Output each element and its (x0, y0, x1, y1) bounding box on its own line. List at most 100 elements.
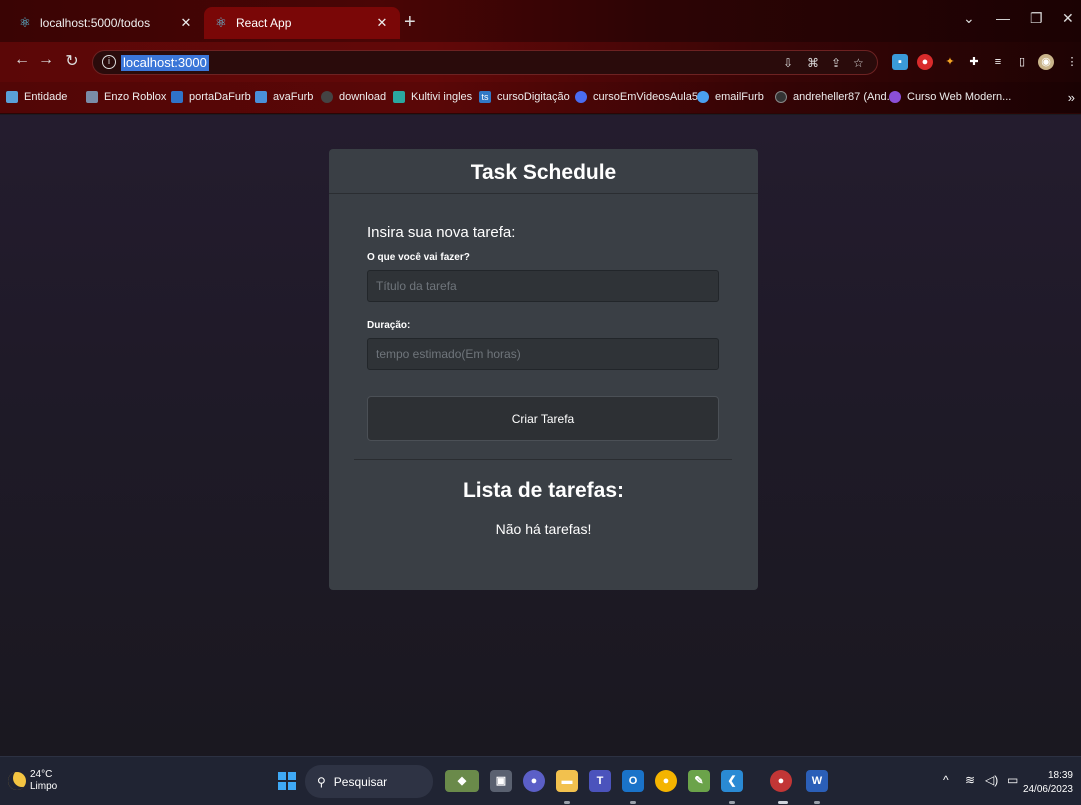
battery-icon[interactable]: ▭ (1007, 773, 1018, 787)
tab-localhost-5000[interactable]: ⚛ localhost:5000/todos ✕ (8, 7, 204, 39)
clock[interactable]: 18:39 24/06/2023 (1023, 769, 1073, 797)
bookmark-porta-da-furb[interactable]: portaDaFurb (171, 91, 251, 103)
weather-widget[interactable]: 24°C Limpo (30, 769, 57, 793)
moon-icon (8, 772, 26, 790)
back-icon[interactable]: ← (12, 51, 32, 69)
profile-avatar[interactable]: ◉ (1038, 54, 1054, 70)
chrome-profile-icon[interactable]: ● (770, 770, 792, 792)
tab-title: localhost:5000/todos (40, 16, 151, 30)
extension-icon[interactable]: ▪ (892, 54, 908, 70)
bookmark-enzo-roblox[interactable]: Enzo Roblox (86, 91, 166, 103)
browser-toolbar: ← → ↻ i localhost:3000 ⇩ ⌘ ⇪ ☆ ▪ ● ✦ ✚ ≡… (0, 42, 1081, 82)
task-label: O que você vai fazer? (367, 252, 470, 263)
bookmark-email-furb[interactable]: emailFurb (697, 91, 764, 103)
bookmark-curso-digitacao[interactable]: ts cursoDigitação (479, 91, 570, 103)
clock-date: 24/06/2023 (1022, 784, 1073, 795)
vscode-icon[interactable]: ❮ (721, 770, 743, 792)
download-icon (321, 91, 333, 103)
active-indicator (778, 801, 788, 804)
menu-icon[interactable]: ⋮ (1064, 54, 1080, 70)
tab-title: React App (236, 16, 292, 30)
address-bar[interactable]: i localhost:3000 ⇩ ⌘ ⇪ ☆ (92, 50, 878, 75)
running-indicator (729, 801, 735, 804)
tab-search-icon[interactable]: ⌄ (963, 10, 975, 27)
running-indicator (630, 801, 636, 804)
bookmark-curso-web[interactable]: Curso Web Modern... (889, 91, 1011, 103)
forward-icon[interactable]: → (36, 51, 56, 69)
bookmark-download[interactable]: download (321, 91, 386, 103)
restore-icon[interactable]: ❐ (1030, 10, 1043, 27)
url-text[interactable]: localhost:3000 (121, 55, 209, 71)
form-heading: Insira sua nova tarefa: (367, 224, 516, 241)
video-icon (575, 91, 587, 103)
create-task-button[interactable]: Criar Tarefa (367, 396, 719, 441)
bookmark-entidade[interactable]: Entidade (6, 91, 67, 103)
course-icon (889, 91, 901, 103)
search-label: Pesquisar (333, 774, 388, 789)
task-view-icon[interactable]: ▣ (490, 770, 512, 792)
file-explorer-icon[interactable]: ▬ (556, 770, 578, 792)
side-panel-icon[interactable]: ▯ (1014, 54, 1030, 70)
extensions-puzzle-icon[interactable]: ✚ (966, 54, 982, 70)
react-icon: ⚛ (19, 15, 31, 30)
translate-icon[interactable]: ⌘ (807, 56, 819, 70)
word-icon[interactable]: W (806, 770, 828, 792)
task-title-input[interactable] (367, 270, 719, 302)
minimize-icon[interactable]: — (996, 10, 1010, 26)
task-card: Task Schedule Insira sua nova tarefa: O … (329, 149, 758, 590)
furb-icon (171, 91, 183, 103)
bookmarks-more-icon[interactable]: » (1068, 90, 1075, 105)
share-icon[interactable]: ⇪ (831, 56, 841, 70)
search-icon: ⚲ (317, 774, 326, 789)
bookmark-kultivi[interactable]: Kultivi ingles (393, 91, 472, 103)
close-icon[interactable]: ✕ (374, 15, 390, 31)
github-icon (775, 91, 787, 103)
weather-temp: 24°C (30, 769, 53, 780)
chevron-up-icon[interactable]: ^ (943, 773, 949, 787)
divider (354, 459, 732, 460)
window-close-icon[interactable]: ✕ (1062, 10, 1074, 27)
kultivi-icon (393, 91, 405, 103)
duration-label: Duração: (367, 320, 411, 331)
ts-icon: ts (479, 91, 491, 103)
close-icon[interactable]: ✕ (178, 15, 194, 31)
ava-icon (255, 91, 267, 103)
widgets-icon[interactable]: ◆ (445, 770, 479, 792)
reading-list-icon[interactable]: ≡ (990, 54, 1006, 70)
page-viewport: Task Schedule Insira sua nova tarefa: O … (0, 115, 1081, 756)
empty-list-message: Não há tarefas! (495, 521, 592, 537)
volume-icon[interactable]: ◁) (985, 773, 998, 787)
windows-start-icon[interactable] (278, 772, 296, 790)
color-picker-icon[interactable]: ✦ (942, 54, 958, 70)
new-tab-icon[interactable]: + (404, 12, 416, 32)
clock-time: 18:39 (1047, 770, 1073, 781)
chrome-icon[interactable]: ● (655, 770, 677, 792)
tab-react-app[interactable]: ⚛ React App ✕ (204, 7, 400, 39)
running-indicator (564, 801, 570, 804)
bookmark-github[interactable]: andreheller87 (And... (775, 91, 896, 103)
notepad-icon[interactable]: ✎ (688, 770, 710, 792)
task-list-title: Lista de tarefas: (462, 479, 625, 502)
bookmark-star-icon[interactable]: ☆ (853, 56, 864, 70)
entity-icon (6, 91, 18, 103)
install-icon[interactable]: ⇩ (783, 56, 793, 70)
chat-icon[interactable]: ● (523, 770, 545, 792)
outlook-icon[interactable]: O (622, 770, 644, 792)
weather-desc: Limpo (30, 781, 58, 792)
reload-icon[interactable]: ↻ (62, 51, 82, 71)
bookmark-ava-furb[interactable]: avaFurb (255, 91, 313, 103)
info-icon[interactable]: i (102, 55, 116, 69)
wifi-icon[interactable]: ≋ (965, 773, 975, 787)
page-title: Task Schedule (329, 149, 758, 194)
browser-tab-strip: ⚛ localhost:5000/todos ✕ ⚛ React App ✕ +… (0, 0, 1081, 42)
bookmarks-bar: Entidade Enzo Roblox portaDaFurb avaFurb… (0, 82, 1081, 114)
taskbar: 24°C Limpo ⚲ Pesquisar ◆ ▣ ● ▬ T O ● ✎ ❮… (0, 756, 1081, 805)
react-icon: ⚛ (215, 15, 227, 30)
adblock-icon[interactable]: ● (917, 54, 933, 70)
roblox-icon (86, 91, 98, 103)
email-icon (697, 91, 709, 103)
taskbar-search[interactable]: ⚲ Pesquisar (305, 765, 433, 798)
bookmark-curso-em-videos[interactable]: cursoEmVideosAula5 (575, 91, 698, 103)
teams-icon[interactable]: T (589, 770, 611, 792)
duration-input[interactable] (367, 338, 719, 370)
